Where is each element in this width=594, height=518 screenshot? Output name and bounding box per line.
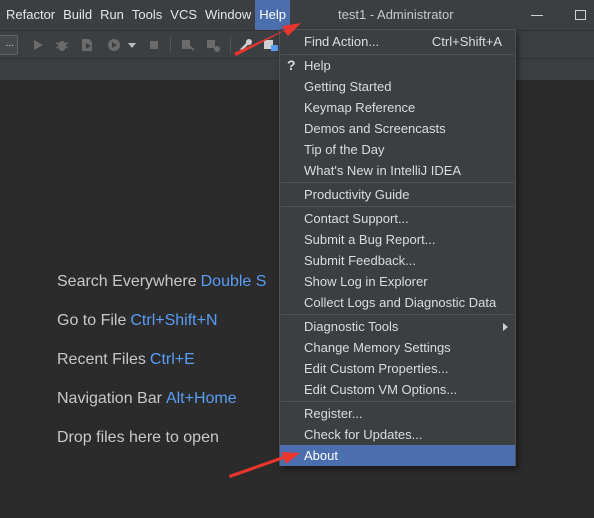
menu-bar: Refactor Build Run Tools VCS Window Help xyxy=(0,0,594,30)
attach-debugger-icon[interactable] xyxy=(205,37,221,53)
menu-item-tip-of-day[interactable]: Tip of the Day xyxy=(280,139,515,160)
menu-tools[interactable]: Tools xyxy=(128,0,166,30)
maximize-button[interactable] xyxy=(575,0,589,30)
hint-label: Recent Files xyxy=(57,351,146,368)
navigation-bar-hint: Navigation Bar Alt+Home xyxy=(57,390,237,408)
minimize-button[interactable] xyxy=(531,0,545,30)
menu-item-productivity-guide[interactable]: Productivity Guide xyxy=(280,184,515,205)
toolbar-separator xyxy=(230,37,231,53)
menu-separator xyxy=(281,314,514,315)
hint-shortcut: Ctrl+Shift+N xyxy=(130,312,218,329)
hint-label: Go to File xyxy=(57,312,127,329)
menu-item-find-action[interactable]: Find Action... Ctrl+Shift+A xyxy=(280,31,515,52)
menu-item-help[interactable]: ? Help xyxy=(280,55,515,76)
menu-item-contact-support[interactable]: Contact Support... xyxy=(280,208,515,229)
menu-item-label: Diagnostic Tools xyxy=(304,319,399,334)
run-configuration-selector[interactable]: ... xyxy=(0,35,18,55)
hint-label: Drop files here to open xyxy=(57,429,219,446)
hint-label: Navigation Bar xyxy=(57,390,162,407)
hint-shortcut: Alt+Home xyxy=(165,390,237,407)
submenu-arrow-icon xyxy=(503,323,508,331)
menu-separator xyxy=(281,401,514,402)
hint-shortcut: Double S xyxy=(200,273,267,290)
menu-run[interactable]: Run xyxy=(96,0,128,30)
wrench-icon[interactable] xyxy=(238,37,254,53)
menu-item-shortcut: Ctrl+Shift+A xyxy=(431,34,502,49)
menu-separator xyxy=(281,206,514,207)
menu-item-check-updates[interactable]: Check for Updates... xyxy=(280,424,515,445)
menu-item-getting-started[interactable]: Getting Started xyxy=(280,76,515,97)
profile-icon[interactable] xyxy=(106,37,122,53)
menu-item-label: Find Action... xyxy=(304,34,380,49)
menu-item-edit-vm-options[interactable]: Edit Custom VM Options... xyxy=(280,379,515,400)
menu-separator xyxy=(281,182,514,183)
help-menu-dropdown: Find Action... Ctrl+Shift+A ? Help Getti… xyxy=(279,29,516,466)
menu-item-edit-properties[interactable]: Edit Custom Properties... xyxy=(280,358,515,379)
menu-item-show-log[interactable]: Show Log in Explorer xyxy=(280,271,515,292)
toolbar-separator xyxy=(170,37,171,53)
project-structure-icon[interactable] xyxy=(263,37,279,53)
drop-files-hint: Drop files here to open xyxy=(57,429,219,447)
chevron-down-icon[interactable] xyxy=(124,37,140,53)
search-everywhere-hint: Search Everywhere Double S xyxy=(57,273,266,291)
run-icon[interactable] xyxy=(30,37,46,53)
menu-item-collect-logs[interactable]: Collect Logs and Diagnostic Data xyxy=(280,292,515,313)
build-artifact-icon[interactable] xyxy=(180,37,196,53)
menu-item-register[interactable]: Register... xyxy=(280,403,515,424)
hint-shortcut: Ctrl+E xyxy=(149,351,195,368)
menu-vcs[interactable]: VCS xyxy=(166,0,201,30)
go-to-file-hint: Go to File Ctrl+Shift+N xyxy=(57,312,218,330)
debug-icon[interactable] xyxy=(54,37,70,53)
menu-item-submit-feedback[interactable]: Submit Feedback... xyxy=(280,250,515,271)
menu-item-diagnostic-tools[interactable]: Diagnostic Tools xyxy=(280,316,515,337)
menu-window[interactable]: Window xyxy=(201,0,255,30)
menu-item-demos[interactable]: Demos and Screencasts xyxy=(280,118,515,139)
hint-label: Search Everywhere xyxy=(57,273,197,290)
stop-icon[interactable] xyxy=(146,37,162,53)
menu-build[interactable]: Build xyxy=(59,0,96,30)
coverage-icon[interactable] xyxy=(79,37,95,53)
menu-refactor[interactable]: Refactor xyxy=(0,0,59,30)
menu-item-label: Help xyxy=(304,58,331,73)
recent-files-hint: Recent Files Ctrl+E xyxy=(57,351,195,369)
menu-help[interactable]: Help xyxy=(255,0,291,30)
menu-item-whats-new[interactable]: What's New in IntelliJ IDEA xyxy=(280,160,515,181)
window-title: test1 - Administrator xyxy=(338,7,454,22)
menu-item-about[interactable]: About xyxy=(280,445,515,466)
menu-item-keymap-reference[interactable]: Keymap Reference xyxy=(280,97,515,118)
help-icon: ? xyxy=(287,57,296,73)
menu-item-change-memory[interactable]: Change Memory Settings xyxy=(280,337,515,358)
menu-item-submit-bug[interactable]: Submit a Bug Report... xyxy=(280,229,515,250)
